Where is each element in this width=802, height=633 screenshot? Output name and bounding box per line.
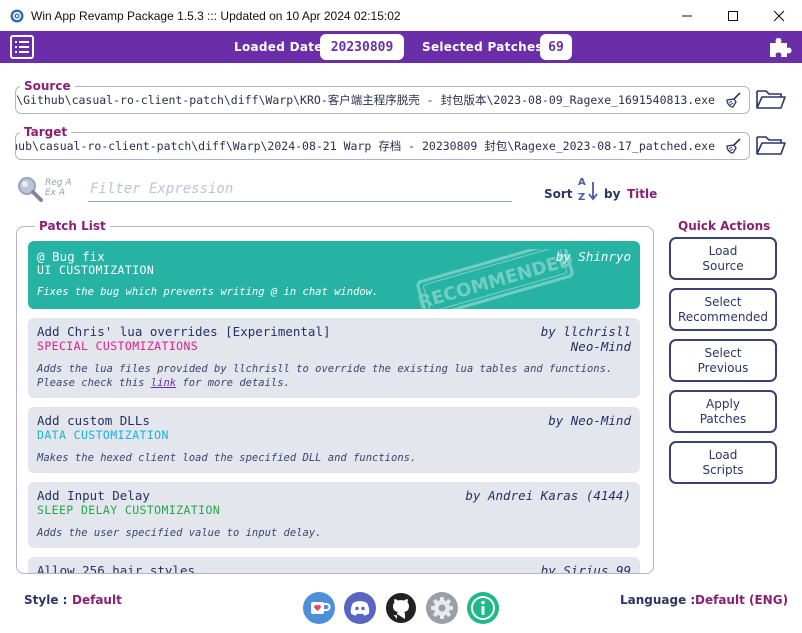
target-label: Target <box>20 125 72 139</box>
close-icon <box>773 10 785 21</box>
style-label: Style : <box>24 593 68 607</box>
patch-list[interactable]: RECOMMENDED @ Bug fix UI CUSTOMIZATION b… <box>16 226 654 574</box>
kofi-icon[interactable] <box>303 592 335 624</box>
patch-item-custom-dlls[interactable]: Add custom DLLs DATA CUSTOMIZATION by Ne… <box>28 407 640 473</box>
patch-item-input-delay[interactable]: Add Input Delay SLEEP DELAY CUSTOMIZATIO… <box>28 482 640 548</box>
patch-author: by Neo-Mind <box>548 413 631 428</box>
discord-icon[interactable] <box>344 592 376 624</box>
patch-title: Allow 256 hair styles <box>37 563 196 574</box>
sort-arrow-icon <box>588 182 598 201</box>
load-source-button[interactable]: Load Source <box>669 237 777 280</box>
window-title: Win App Revamp Package 1.5.3 ::: Updated… <box>31 8 401 23</box>
patch-item-bug-fix[interactable]: RECOMMENDED @ Bug fix UI CUSTOMIZATION b… <box>28 241 640 309</box>
sort-by-label: by <box>604 187 621 201</box>
patch-description: Fixes the bug which prevents writing @ i… <box>37 286 379 298</box>
language-value[interactable]: Default (ENG) <box>695 593 788 607</box>
filter-input[interactable] <box>88 176 512 202</box>
patch-description: Adds the lua files provided by llchrisll… <box>37 363 613 389</box>
patch-category: SLEEP DELAY CUSTOMIZATION <box>37 503 221 517</box>
close-button[interactable] <box>756 0 802 31</box>
select-recommended-button[interactable]: Select Recommended <box>669 288 777 331</box>
selected-patches-label: Selected Patches <box>422 40 543 54</box>
app-icon <box>10 9 24 22</box>
details-link[interactable]: link <box>151 377 176 389</box>
select-previous-button[interactable]: Select Previous <box>669 339 777 382</box>
patch-author: by Sirius 99 <box>540 563 631 574</box>
target-path[interactable]: D:\Workspace\Github\casual-ro-client-pat… <box>16 133 721 159</box>
style-value[interactable]: Default <box>72 593 122 607</box>
selected-patches-value: 69 <box>540 34 572 60</box>
patch-title: Add custom DLLs <box>37 413 150 428</box>
source-label: Source <box>20 79 75 93</box>
apply-patches-button[interactable]: Apply Patches <box>669 390 777 433</box>
patch-author: by Shinryo <box>555 249 631 264</box>
search-icon[interactable] <box>16 175 44 203</box>
github-icon[interactable] <box>385 592 417 624</box>
patch-category: SPECIAL CUSTOMIZATIONS <box>37 339 199 353</box>
patch-title: Add Chris' lua overrides [Experimental] <box>37 324 331 339</box>
maximize-icon <box>728 10 738 21</box>
patch-title: Add Input Delay <box>37 488 150 503</box>
loaded-date-label: Loaded Date <box>234 40 323 54</box>
regex-toggle[interactable]: Reg A Ex A <box>45 178 72 198</box>
patch-description: Adds the user specified value to input d… <box>37 527 322 539</box>
svg-text:RECOMMENDED: RECOMMENDED <box>416 249 575 309</box>
quick-actions-title: Quick Actions <box>678 219 771 233</box>
list-menu-icon <box>15 41 29 53</box>
target-field[interactable]: D:\Workspace\Github\casual-ro-client-pat… <box>15 132 750 160</box>
maximize-button[interactable] <box>710 0 756 31</box>
minimize-icon <box>682 15 692 16</box>
patch-item-lua-overrides[interactable]: Add Chris' lua overrides [Experimental] … <box>28 318 640 398</box>
sort-field[interactable]: Title <box>627 187 657 201</box>
header-bar: Loaded Date 20230809 Selected Patches 69 <box>0 31 802 63</box>
source-path[interactable]: D:\Workspace\Github\casual-ro-client-pat… <box>16 87 721 113</box>
browse-source-folder-icon[interactable] <box>755 87 787 111</box>
recommended-stamp: RECOMMENDED <box>416 249 575 309</box>
load-scripts-button[interactable]: Load Scripts <box>669 441 777 484</box>
patch-category: DATA CUSTOMIZATION <box>37 428 169 442</box>
sort-az-icon[interactable]: A Z <box>578 177 600 207</box>
minimize-button[interactable] <box>664 0 710 31</box>
patch-author: by llchrisll Neo-Mind <box>540 324 631 354</box>
sort-label: Sort <box>544 187 573 201</box>
info-icon[interactable] <box>467 592 499 624</box>
patch-author: by Andrei Karas (4144) <box>465 488 631 503</box>
settings-icon[interactable] <box>426 592 458 624</box>
title-bar: Win App Revamp Package 1.5.3 ::: Updated… <box>0 0 802 31</box>
patch-item-hair-styles[interactable]: Allow 256 hair styles by Sirius 99 <box>28 557 640 574</box>
clear-target-icon[interactable] <box>724 137 744 155</box>
puzzle-icon[interactable] <box>768 36 792 58</box>
patch-description: Makes the hexed client load the specifie… <box>37 452 417 464</box>
clear-source-icon[interactable] <box>724 91 744 109</box>
patch-category: UI CUSTOMIZATION <box>37 263 155 277</box>
loaded-date-value: 20230809 <box>320 34 404 60</box>
patch-title: @ Bug fix <box>37 249 105 264</box>
menu-button[interactable] <box>10 35 34 59</box>
language-label: Language : <box>620 593 696 607</box>
patch-list-label: Patch List <box>35 219 110 233</box>
browse-target-folder-icon[interactable] <box>755 133 787 157</box>
source-field[interactable]: D:\Workspace\Github\casual-ro-client-pat… <box>15 86 750 114</box>
